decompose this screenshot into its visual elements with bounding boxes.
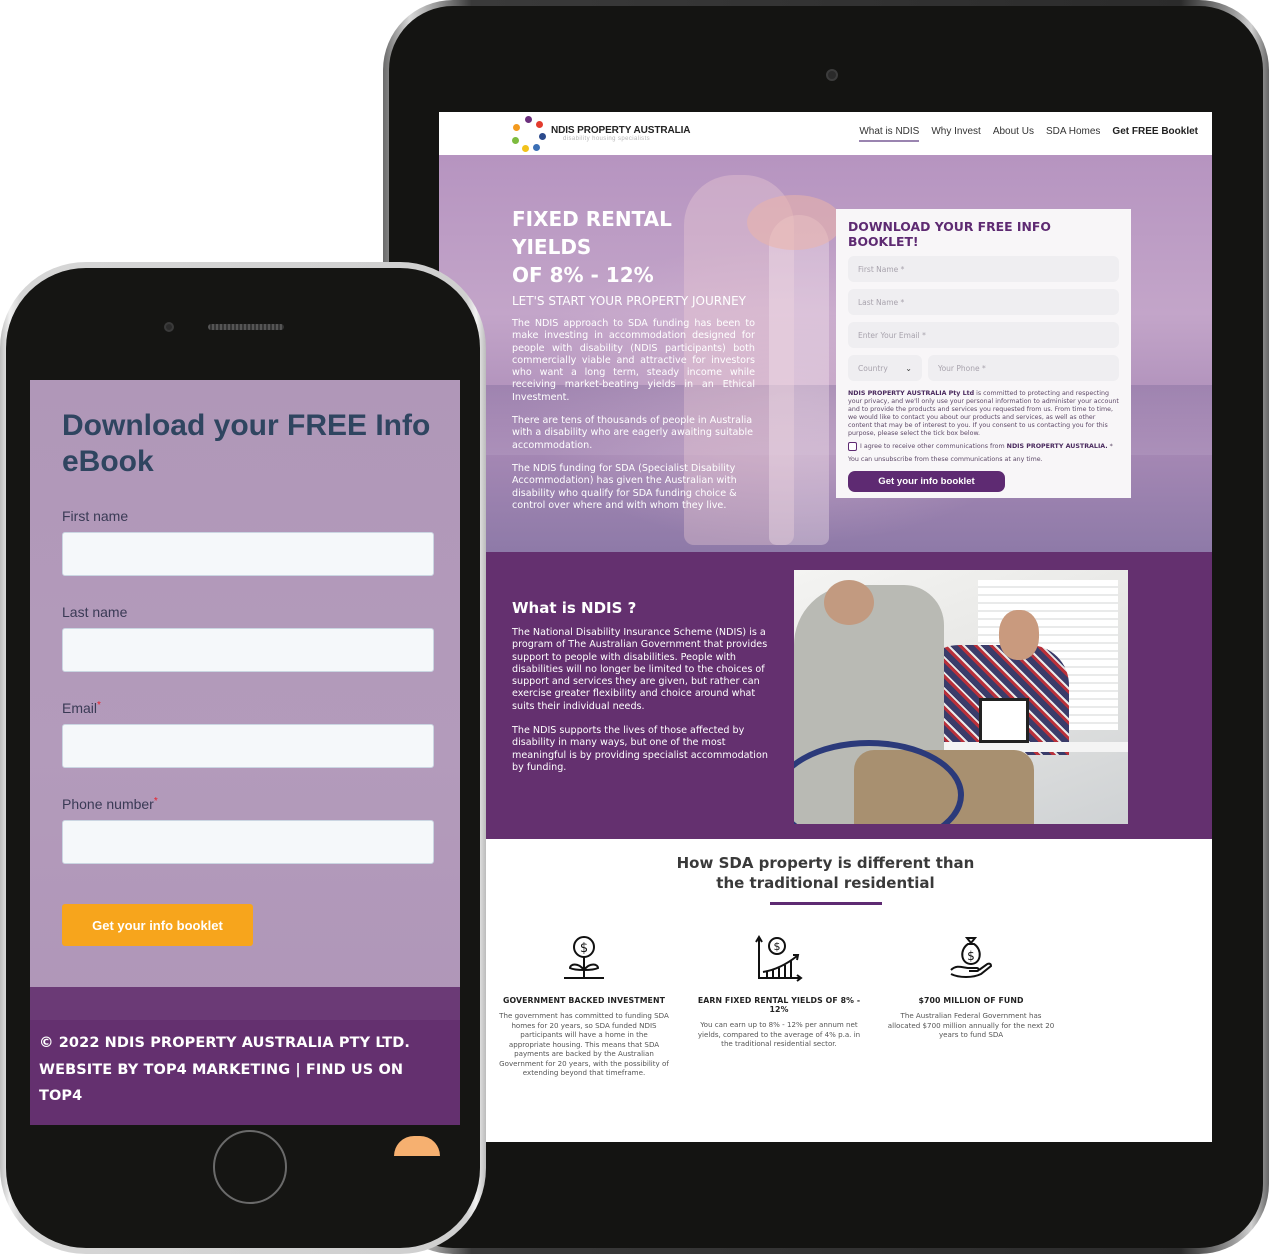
tablet-device: NDIS PROPERTY AUSTRALIA disability housi… (383, 0, 1269, 1254)
first-name-label: First name (62, 508, 129, 524)
mobile-footer: © 2022 NDIS PROPERTY AUSTRALIA PTY LTD. … (30, 987, 460, 1125)
chevron-down-icon: ⌄ (905, 363, 912, 373)
main-nav: What is NDIS Why Invest About Us SDA Hom… (859, 126, 1198, 142)
phone-camera (164, 322, 174, 332)
tablet-camera (826, 69, 838, 81)
sda-title: How SDA property is different than the t… (439, 853, 1212, 893)
country-select-value: Country (858, 363, 888, 373)
sda-difference-section: How SDA property is different than the t… (439, 839, 1212, 1077)
hero-subtitle: LET'S START YOUR PROPERTY JOURNEY (512, 294, 746, 308)
consent-checkbox-row[interactable]: I agree to receive other communications … (848, 442, 1119, 451)
nav-sda-homes[interactable]: SDA Homes (1046, 126, 1100, 142)
privacy-text: is committed to protecting and respectin… (848, 390, 1119, 437)
svg-text:$: $ (967, 949, 975, 963)
hero-background-hat (747, 195, 842, 250)
hero-title-line2: OF 8% - 12% (512, 263, 654, 287)
money-plant-icon: $ (564, 936, 604, 979)
sda-title-line1: How SDA property is different than (676, 854, 975, 872)
mobile-form-title: Download your FREE Info eBook (62, 409, 431, 478)
consent-required-mark: * (1107, 443, 1113, 450)
nav-what-is-ndis[interactable]: What is NDIS (859, 126, 920, 142)
sda-title-line2: the traditional residential (716, 874, 935, 892)
mobile-email-input[interactable] (62, 724, 434, 768)
consent-text: I agree to receive other communications … (860, 443, 1007, 450)
tablet-bezel: NDIS PROPERTY AUSTRALIA disability housi… (389, 6, 1263, 1248)
feature-item: $ GOVERNMENT BACKED INVESTMENT The gover… (499, 934, 669, 1078)
email-input[interactable]: Enter Your Email * (848, 322, 1119, 348)
feature-title: GOVERNMENT BACKED INVESTMENT (502, 996, 666, 1005)
sda-title-underline (769, 902, 882, 905)
ndis-title: What is NDIS ? (512, 599, 637, 617)
hero-title-line1: FIXED RENTAL YIELDS (512, 207, 672, 259)
money-bag-hand-icon: $ (950, 937, 993, 978)
unsubscribe-note: You can unsubscribe from these communica… (848, 456, 1043, 463)
ndis-paragraph: The National Disability Insurance Scheme… (512, 627, 768, 712)
ndis-high-five-photo (794, 570, 1128, 824)
site-header: NDIS PROPERTY AUSTRALIA disability housi… (439, 112, 1212, 155)
what-is-ndis-section: What is NDIS ? The National Disability I… (439, 552, 1212, 839)
get-booklet-button[interactable]: Get your info booklet (848, 471, 1005, 492)
feature-text: You can earn up to 8% - 12% per annum ne… (697, 1020, 861, 1048)
country-select[interactable]: Country ⌄ (848, 355, 922, 381)
chat-bubble-button[interactable] (394, 1136, 440, 1156)
logo-tagline: disability housing specialists (563, 136, 651, 142)
phone-screen: Download your FREE Info eBook First name… (30, 380, 460, 1125)
nav-why-invest[interactable]: Why Invest (931, 126, 980, 142)
feature-text: The Australian Federal Government has al… (887, 1011, 1055, 1039)
mobile-first-name-input[interactable] (62, 532, 434, 576)
required-mark: * (97, 700, 101, 711)
svg-text:$: $ (580, 941, 588, 956)
growth-chart-icon: $ (755, 935, 803, 982)
footer-copyright: © 2022 NDIS PROPERTY AUSTRALIA PTY LTD. (39, 1035, 411, 1051)
tablet-screen: NDIS PROPERTY AUSTRALIA disability housi… (439, 112, 1212, 1142)
feature-text: The government has committed to funding … (499, 1011, 669, 1077)
hero-text: FIXED RENTAL YIELDS OF 8% - 12% LET'S ST… (512, 205, 755, 512)
privacy-notice: NDIS PROPERTY AUSTRALIA Pty Ltd is commi… (848, 390, 1119, 438)
consent-company: NDIS PROPERTY AUSTRALIA. (1006, 443, 1108, 450)
phone-speaker (208, 324, 284, 330)
hero-paragraph: There are tens of thousands of people in… (512, 415, 754, 451)
feature-item: $ $700 MILLION OF FUND The Australian Fe… (886, 934, 1056, 1040)
last-name-label: Last name (62, 604, 128, 620)
nav-about-us[interactable]: About Us (993, 126, 1034, 142)
hero-title: FIXED RENTAL YIELDS OF 8% - 12% (512, 205, 755, 289)
nav-get-free-booklet[interactable]: Get FREE Booklet (1112, 126, 1198, 142)
phone-number-label: Phone number* (62, 796, 158, 812)
privacy-company: NDIS PROPERTY AUSTRALIA Pty Ltd (848, 390, 975, 397)
svg-text:$: $ (774, 940, 781, 953)
mobile-last-name-input[interactable] (62, 628, 434, 672)
consent-checkbox[interactable] (848, 442, 857, 451)
first-name-input[interactable]: First Name * (848, 256, 1119, 282)
feature-title: EARN FIXED RENTAL YIELDS OF 8% - 12% (697, 996, 861, 1014)
phone-bezel: Download your FREE Info eBook First name… (6, 268, 480, 1248)
booklet-form: DOWNLOAD YOUR FREE INFO BOOKLET! First N… (836, 209, 1131, 498)
hero-section: FIXED RENTAL YIELDS OF 8% - 12% LET'S ST… (439, 155, 1212, 552)
feature-title: $700 MILLION OF FUND (918, 996, 1024, 1005)
mobile-phone-input[interactable] (62, 820, 434, 864)
required-mark: * (153, 796, 158, 807)
logo-name: NDIS PROPERTY AUSTRALIA (551, 125, 691, 136)
site-logo[interactable]: NDIS PROPERTY AUSTRALIA disability housi… (511, 115, 691, 152)
phone-home-button[interactable] (213, 1130, 287, 1204)
mobile-ebook-form: Download your FREE Info eBook First name… (62, 408, 434, 946)
phone-device: Download your FREE Info eBook First name… (0, 262, 486, 1254)
booklet-form-title: DOWNLOAD YOUR FREE INFO BOOKLET! (848, 219, 1051, 249)
hero-paragraph: The NDIS approach to SDA funding has bee… (512, 318, 755, 403)
ndis-paragraph: The NDIS supports the lives of those aff… (512, 725, 768, 773)
logo-people-circle-icon (511, 115, 547, 152)
feature-item: $ EARN FIXED RENTAL YIELDS OF 8% - 12% Y… (694, 934, 864, 1049)
mobile-footer-text: © 2022 NDIS PROPERTY AUSTRALIA PTY LTD. … (30, 1020, 460, 1110)
last-name-input[interactable]: Last Name * (848, 289, 1119, 315)
email-label: Email* (62, 700, 101, 716)
mobile-get-booklet-button[interactable]: Get your info booklet (62, 904, 253, 946)
phone-input[interactable]: Your Phone * (928, 355, 1119, 381)
footer-credit-link[interactable]: WEBSITE BY TOP4 MARKETING | FIND US ON T… (39, 1057, 450, 1110)
hero-background-woman (769, 215, 829, 545)
hero-paragraph: The NDIS funding for SDA (Specialist Dis… (512, 462, 737, 511)
